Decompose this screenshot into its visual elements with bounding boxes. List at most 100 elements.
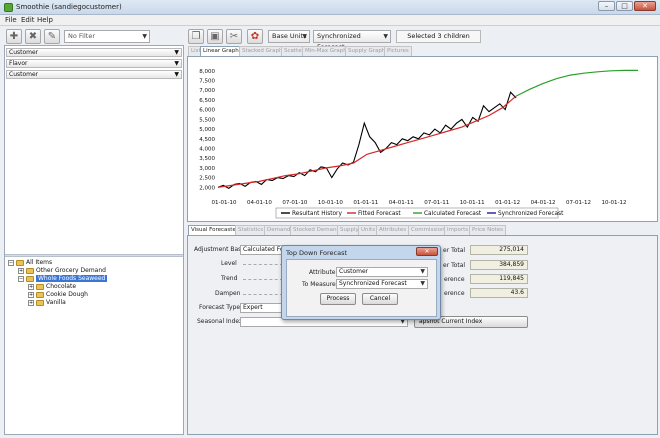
- difference-percent-value: 43.6: [470, 288, 528, 298]
- y-tick-label: 4,000: [199, 146, 215, 152]
- save-icon[interactable]: ▣: [207, 29, 223, 44]
- y-tick-label: 5,000: [199, 127, 215, 133]
- tab-pictures[interactable]: Pictures: [384, 46, 412, 56]
- app-icon: [4, 3, 13, 12]
- trend-label: Trend: [221, 275, 238, 282]
- total-label: er Total: [443, 247, 466, 254]
- measure-select[interactable]: Synchronized Forecast ▼: [313, 30, 391, 51]
- tab-price-notes[interactable]: Price Notes: [469, 225, 507, 235]
- units-select[interactable]: Base Units ▼: [268, 30, 310, 43]
- folder-icon: [36, 291, 44, 298]
- collapse-icon[interactable]: −: [18, 275, 24, 282]
- attribute-select[interactable]: Customer ▼: [336, 267, 428, 277]
- collapse-icon[interactable]: −: [8, 259, 14, 266]
- dimension-row-3[interactable]: Customer ▼: [6, 70, 182, 79]
- tree-label: Cookie Dough: [46, 291, 88, 298]
- series-line-fitted-forecast: [217, 95, 517, 188]
- tab-supply-graph[interactable]: Supply Graph: [345, 46, 389, 56]
- settings-icon[interactable]: ✿: [247, 29, 263, 44]
- dimension-label: Customer: [9, 71, 39, 78]
- add-icon[interactable]: ✚: [6, 29, 22, 44]
- copy-icon[interactable]: ❐: [188, 29, 204, 44]
- attach-icon[interactable]: ✂: [226, 29, 242, 44]
- splitter[interactable]: [5, 254, 183, 257]
- x-tick-label: 01-01-11: [353, 200, 378, 206]
- tab-stocked-demand[interactable]: Stocked Demand: [290, 225, 343, 235]
- x-tick-label: 07-01-11: [424, 200, 449, 206]
- legend-label: Resultant History: [292, 211, 342, 217]
- menu-edit[interactable]: Edit: [21, 16, 35, 24]
- measure-select[interactable]: Synchronized Forecast ▼: [336, 279, 428, 289]
- tab-linear-graph[interactable]: Linear Graph: [200, 46, 242, 56]
- maximize-button[interactable]: □: [616, 1, 633, 11]
- tree-label: Other Grocery Demand: [36, 267, 106, 274]
- y-tick-label: 7,000: [199, 88, 215, 94]
- x-tick-label: 04-01-11: [389, 200, 414, 206]
- dimension-row-2[interactable]: Flavor ▼: [6, 59, 182, 68]
- menu-file[interactable]: File: [5, 16, 17, 24]
- tab-visual-forecaster[interactable]: Visual Forecaster: [188, 225, 242, 235]
- measure-value: Synchronized Forecast: [339, 280, 407, 287]
- menu-bar: File Edit Help: [0, 15, 660, 26]
- tab-attributes[interactable]: Attributes: [376, 225, 410, 235]
- attribute-label: Attribute: [309, 269, 336, 276]
- tab-stacked-graph[interactable]: Stacked Graph: [239, 46, 286, 56]
- left-toolbar: ✚ ✖ ✎ No Filter ▼: [4, 27, 184, 45]
- adjustment-basis-field[interactable]: Calculated Forec: [240, 245, 284, 255]
- tab-imports[interactable]: Imports: [444, 225, 472, 235]
- tab-demand[interactable]: Demand: [264, 225, 294, 235]
- filter-select[interactable]: No Filter ▼: [64, 30, 150, 43]
- expand-icon[interactable]: +: [28, 299, 34, 306]
- close-button[interactable]: ✕: [634, 1, 656, 11]
- minimize-button[interactable]: –: [598, 1, 615, 11]
- delete-icon[interactable]: ✖: [25, 29, 41, 44]
- tree-label: Whole Foods Seaweed: [36, 275, 108, 282]
- line-chart: 2,000 2,500 3,000 3,500 4,000 4,500 5,000 5,500…: [199, 69, 638, 219]
- edit-icon[interactable]: ✎: [44, 29, 60, 44]
- total-value: 384,859: [470, 260, 528, 270]
- y-tick-label: 2,000: [199, 185, 215, 191]
- right-toolbar: ❐ ▣ ✂ ✿ Base Units ▼ Synchronized Foreca…: [186, 27, 658, 51]
- forecast-type-select[interactable]: Expert: [240, 303, 284, 313]
- tree-item[interactable]: + Cookie Dough: [28, 291, 88, 299]
- process-button[interactable]: Process: [320, 293, 356, 305]
- expand-icon[interactable]: +: [18, 267, 24, 274]
- difference-value: 119,845: [470, 274, 528, 284]
- x-tick-label: 04-01-12: [531, 200, 556, 206]
- y-tick-label: 7,500: [199, 79, 215, 85]
- legend-label: Calculated Forecast: [424, 211, 482, 217]
- tree-item[interactable]: + Other Grocery Demand: [18, 267, 106, 275]
- filter-select-value: No Filter: [68, 32, 96, 40]
- tab-statistics[interactable]: Statistics: [235, 225, 267, 235]
- tree-item[interactable]: + Vanilla: [28, 299, 66, 307]
- x-tick-label: 10-01-10: [318, 200, 343, 206]
- legend-label: Fitted Forecast: [358, 211, 401, 217]
- cancel-button[interactable]: Cancel: [362, 293, 398, 305]
- tree-label: Vanilla: [46, 299, 66, 306]
- tree-item-selected[interactable]: − Whole Foods Seaweed: [18, 275, 108, 283]
- y-tick-label: 3,500: [199, 156, 215, 162]
- tree-item[interactable]: + Chocolate: [28, 283, 76, 291]
- tab-min-max-graph[interactable]: Min-Max Graph: [302, 46, 350, 56]
- measure-label: To Measure: [302, 281, 336, 288]
- x-tick-label: 01-01-10: [212, 200, 237, 206]
- tree-label: All Items: [26, 259, 53, 266]
- graph-tabs: List Linear Graph Stacked Graph Scatter …: [188, 46, 658, 56]
- tab-commission[interactable]: Commission: [408, 225, 448, 235]
- dimension-label: Customer: [9, 49, 39, 56]
- folder-icon: [36, 283, 44, 290]
- expand-icon[interactable]: +: [28, 291, 34, 298]
- chevron-down-icon: ▼: [302, 33, 307, 40]
- tree-item-root[interactable]: − All Items: [8, 259, 52, 267]
- x-tick-label: 10-01-12: [602, 200, 627, 206]
- dialog-close-button[interactable]: ✕: [416, 247, 438, 256]
- menu-help[interactable]: Help: [37, 16, 53, 24]
- level-slider[interactable]: [243, 264, 283, 265]
- top-down-forecast-dialog: Top Down Forecast ✕ Attribute Customer ▼…: [281, 245, 441, 320]
- expand-icon[interactable]: +: [28, 283, 34, 290]
- trend-slider[interactable]: [243, 279, 283, 280]
- dampen-slider[interactable]: [243, 294, 283, 295]
- y-tick-label: 2,500: [199, 176, 215, 182]
- dialog-body: Attribute Customer ▼ To Measure Synchron…: [286, 259, 437, 317]
- dimension-row-1[interactable]: Customer ▼: [6, 48, 182, 57]
